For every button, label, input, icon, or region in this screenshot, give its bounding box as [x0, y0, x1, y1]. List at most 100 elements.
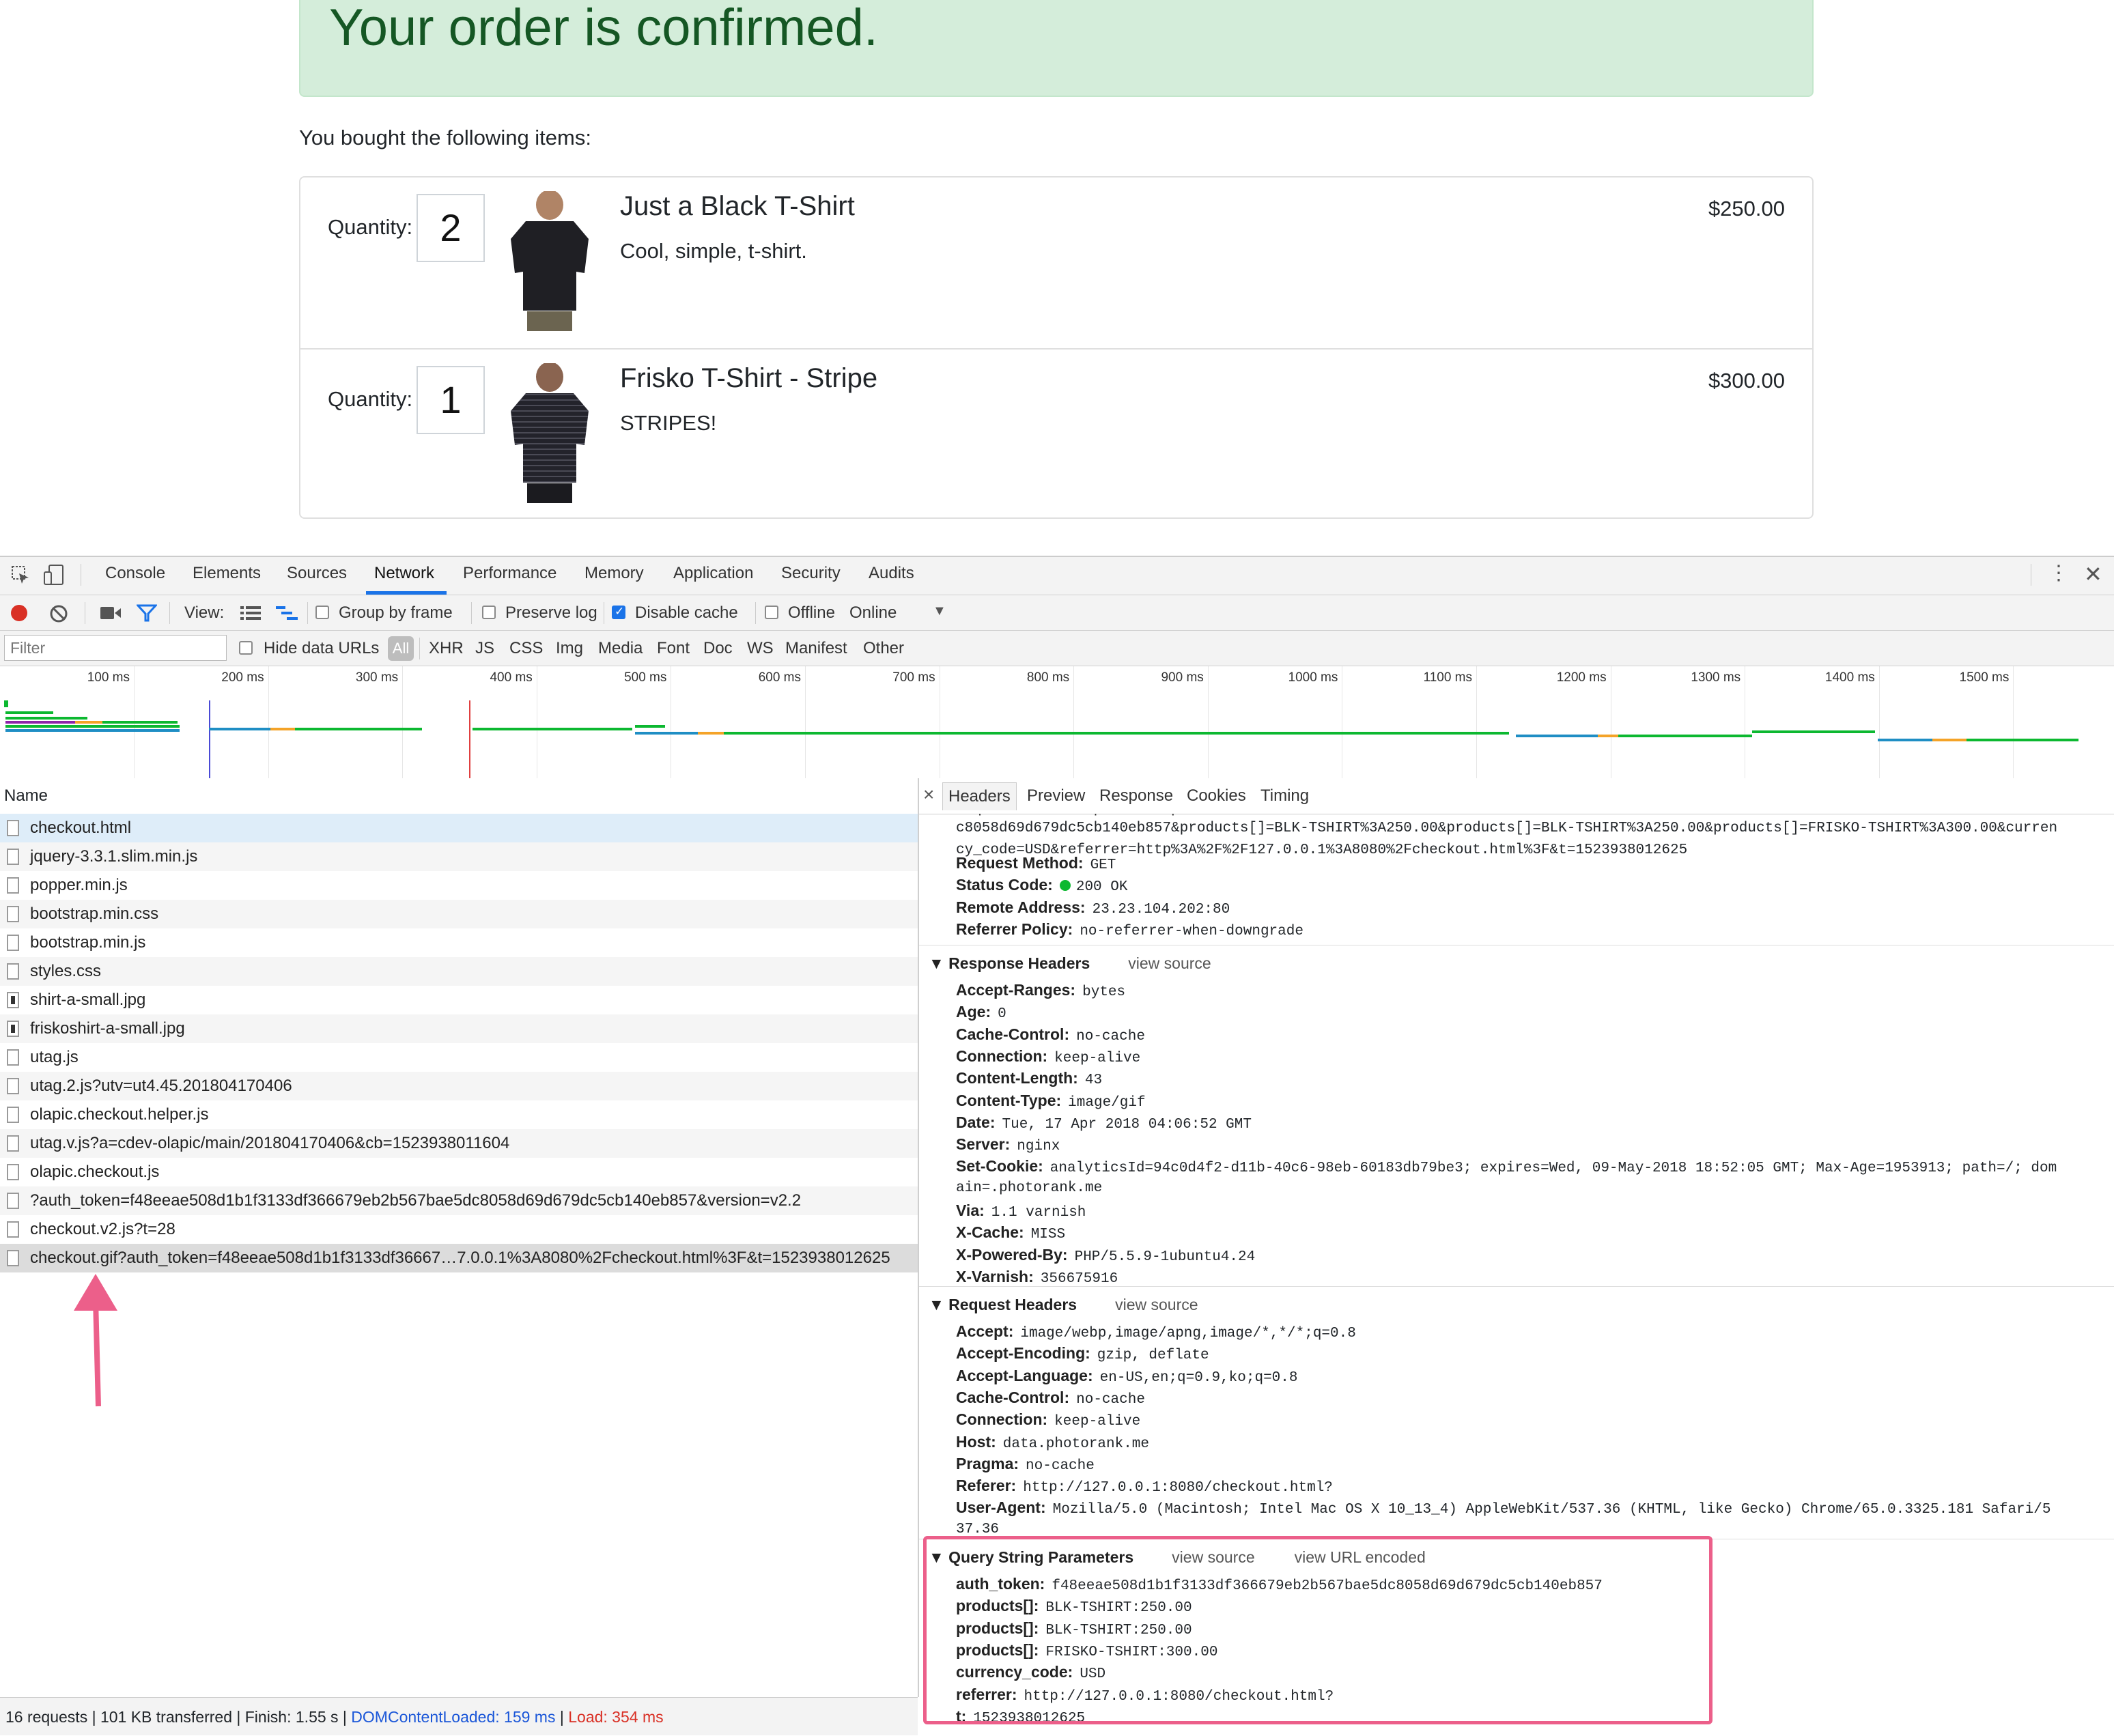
type-filter-doc[interactable]: Doc	[703, 639, 733, 658]
network-overview-timeline[interactable]: 100 ms 200 ms 300 ms 400 ms 500 ms 600 ms 700 …	[0, 666, 2114, 779]
type-filter-all[interactable]: All	[388, 636, 414, 661]
tab-console[interactable]: Console	[105, 564, 165, 583]
response-headers-section[interactable]: ▼ Response Headers view source	[929, 954, 1211, 973]
waterfall-overview-icon[interactable]	[276, 605, 298, 621]
request-row[interactable]: jquery-3.3.1.slim.min.js	[0, 842, 918, 871]
header-value: 0	[998, 1006, 1006, 1023]
type-filter-ws[interactable]: WS	[747, 639, 774, 658]
view-source-link[interactable]: view source	[1128, 954, 1211, 972]
tab-response[interactable]: Response	[1099, 786, 1173, 806]
tab-preview[interactable]: Preview	[1027, 786, 1085, 806]
close-devtools-icon[interactable]: ✕	[2084, 561, 2102, 587]
header-value: no-cache	[1026, 1457, 1095, 1474]
preserve-log-checkbox[interactable]	[482, 606, 496, 619]
group-by-frame-checkbox[interactable]	[315, 606, 329, 619]
close-detail-icon[interactable]: ×	[923, 784, 934, 806]
tab-timing[interactable]: Timing	[1260, 786, 1309, 806]
throttling-select[interactable]: Online	[849, 603, 897, 623]
header-value: 200 OK	[1075, 879, 1128, 896]
name-column-header[interactable]: Name	[0, 778, 918, 814]
type-filter-js[interactable]: JS	[475, 639, 494, 658]
filter-input[interactable]	[4, 635, 227, 661]
header-key: Cache-Control:	[956, 1388, 1070, 1406]
document-file-icon	[7, 963, 19, 980]
header-row: Request Method: GET	[956, 852, 1116, 877]
filter-bar: Hide data URLs All XHR JS CSS Img Media …	[0, 631, 2114, 666]
header-row: Host: data.photorank.me	[956, 1431, 1149, 1455]
request-name: ?auth_token=f48eeae508d1b1f3133df366679e…	[30, 1191, 802, 1210]
request-row[interactable]: utag.2.js?utv=ut4.45.201804170406	[0, 1072, 918, 1100]
request-row[interactable]: checkout.v2.js?t=28	[0, 1215, 918, 1244]
tab-application[interactable]: Application	[673, 564, 753, 583]
timeline-tick-label: 1200 ms	[1556, 670, 1607, 685]
type-filter-img[interactable]: Img	[556, 639, 583, 658]
request-row[interactable]: checkout.gif?auth_token=f48eeae508d1b1f3…	[0, 1244, 918, 1272]
document-file-icon	[7, 1078, 19, 1094]
header-value: nginx	[1017, 1139, 1060, 1155]
summary-text: 16 requests | 101 KB transferred | Finis…	[5, 1708, 352, 1726]
request-name: utag.2.js?utv=ut4.45.201804170406	[30, 1077, 292, 1095]
type-filter-manifest[interactable]: Manifest	[785, 639, 847, 658]
header-value: PHP/5.5.9-1ubuntu4.24	[1074, 1249, 1256, 1265]
type-filter-media[interactable]: Media	[598, 639, 643, 658]
header-key: Content-Length:	[956, 1069, 1078, 1087]
tab-memory[interactable]: Memory	[584, 564, 644, 583]
header-key: Accept-Language:	[956, 1366, 1093, 1384]
header-key: X-Varnish:	[956, 1267, 1034, 1285]
type-filter-other[interactable]: Other	[863, 639, 904, 658]
offline-label: Offline	[788, 603, 835, 622]
disable-cache-checkbox[interactable]	[612, 605, 625, 619]
header-row: Set-Cookie: analyticsId=94c0d4f2-d11b-40c…	[956, 1155, 2057, 1180]
throttling-dropdown-icon[interactable]: ▼	[933, 603, 946, 619]
tab-elements[interactable]: Elements	[193, 564, 261, 583]
header-key: Cache-Control:	[956, 1025, 1070, 1043]
tab-audits[interactable]: Audits	[869, 564, 914, 583]
clear-icon[interactable]	[49, 604, 68, 623]
offline-checkbox[interactable]	[765, 606, 778, 619]
header-value: GET	[1090, 857, 1116, 873]
record-icon[interactable]	[11, 605, 27, 621]
timeline-tick-label: 1400 ms	[1824, 670, 1875, 685]
timeline-tick-label: 300 ms	[355, 670, 399, 685]
tab-headers[interactable]: Headers	[942, 782, 1017, 810]
request-row[interactable]: olapic.checkout.helper.js	[0, 1100, 918, 1129]
active-tab-indicator	[366, 591, 447, 595]
tab-network[interactable]: Network	[374, 564, 434, 583]
request-row[interactable]: utag.v.js?a=cdev-olapic/main/20180417040…	[0, 1129, 918, 1158]
request-row[interactable]: bootstrap.min.js	[0, 928, 918, 957]
request-headers-section[interactable]: ▼ Request Headers view source	[929, 1296, 1198, 1314]
tab-performance[interactable]: Performance	[463, 564, 556, 583]
capture-screenshots-icon[interactable]	[100, 605, 122, 621]
inspect-element-icon[interactable]	[11, 565, 31, 586]
type-filter-css[interactable]: CSS	[509, 639, 543, 658]
device-toolbar-icon[interactable]	[42, 564, 66, 587]
request-row[interactable]: friskoshirt-a-small.jpg	[0, 1014, 918, 1043]
request-row[interactable]: popper.min.js	[0, 871, 918, 900]
header-key: Accept-Encoding:	[956, 1344, 1090, 1363]
large-rows-icon[interactable]	[240, 605, 261, 621]
type-filter-font[interactable]: Font	[657, 639, 690, 658]
more-options-icon[interactable]: ⋮	[2048, 561, 2069, 585]
request-row[interactable]: shirt-a-small.jpg	[0, 986, 918, 1014]
hide-data-urls-checkbox[interactable]	[239, 641, 253, 655]
request-row[interactable]: olapic.checkout.js	[0, 1158, 918, 1186]
request-row[interactable]: bootstrap.min.css	[0, 900, 918, 928]
header-value: no-cache	[1076, 1028, 1145, 1044]
view-source-link[interactable]: view source	[1115, 1296, 1198, 1313]
header-value: no-referrer-when-downgrade	[1080, 923, 1303, 939]
filter-icon[interactable]	[137, 603, 157, 623]
request-row[interactable]: styles.css	[0, 957, 918, 986]
request-name: shirt-a-small.jpg	[30, 991, 146, 1009]
request-row[interactable]: ?auth_token=f48eeae508d1b1f3133df366679e…	[0, 1186, 918, 1215]
header-value: 1.1 varnish	[991, 1205, 1086, 1221]
tab-security[interactable]: Security	[781, 564, 841, 583]
request-row[interactable]: checkout.html	[0, 814, 918, 842]
request-row[interactable]: utag.js	[0, 1043, 918, 1072]
tab-sources[interactable]: Sources	[287, 564, 347, 583]
list-item: Quantity: 1 Frisko T-Shirt - Stripe STRI…	[300, 348, 1812, 520]
header-key: Set-Cookie:	[956, 1157, 1043, 1176]
tab-cookies[interactable]: Cookies	[1187, 786, 1246, 806]
network-status-bar: 16 requests | 101 KB transferred | Finis…	[0, 1697, 918, 1735]
type-filter-xhr[interactable]: XHR	[429, 639, 464, 658]
header-value: image/gif	[1068, 1094, 1146, 1111]
